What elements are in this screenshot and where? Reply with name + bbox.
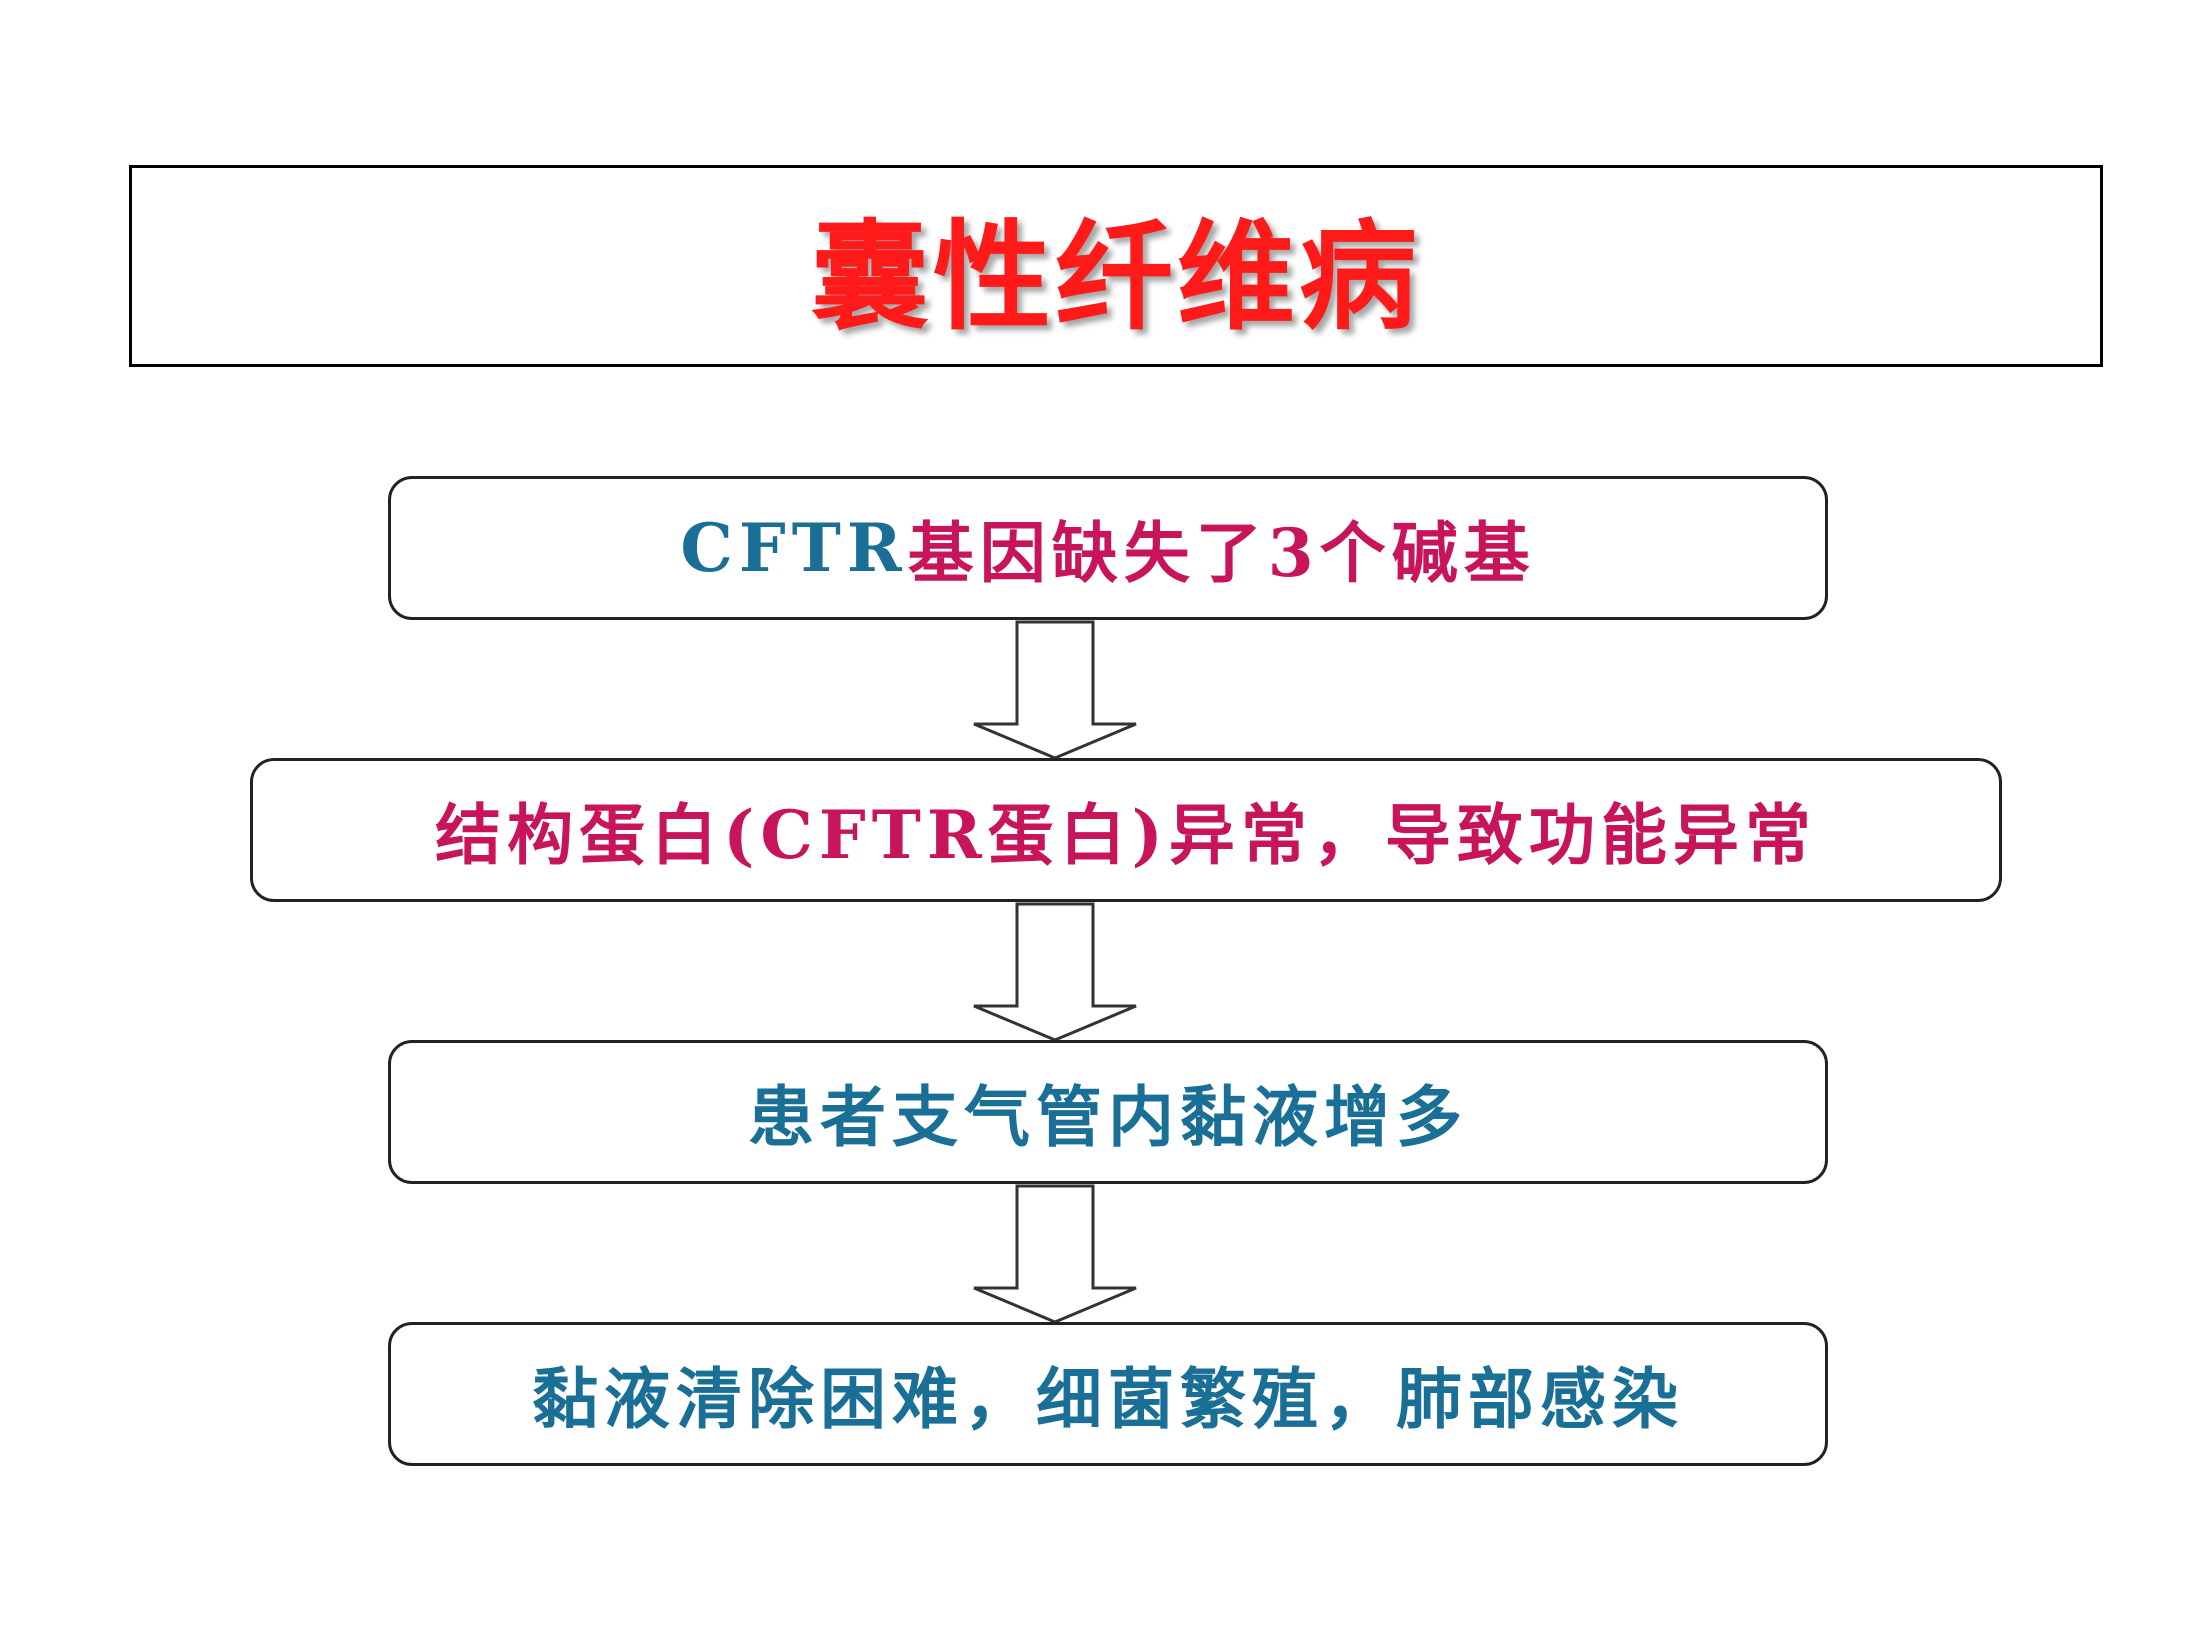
step-4-description: 黏液清除困难，细菌繁殖，肺部感染 [532,1360,1684,1438]
step-1-description: 基因缺失了3个碱基 [907,514,1536,592]
page-title: 囊性纤维病 [810,207,1421,346]
step-3-description: 患者支气管内黏液增多 [748,1078,1468,1156]
title-box: 囊性纤维病 [129,165,2103,367]
down-arrow-icon [973,1184,1137,1324]
down-arrow-icon [973,620,1137,760]
flow-step-2: 结构蛋白(CFTR蛋白)异常，导致功能异常 [250,758,2002,902]
flow-step-3: 患者支气管内黏液增多 [388,1040,1828,1184]
down-arrow-icon [973,902,1137,1042]
flow-step-4: 黏液清除困难，细菌繁殖，肺部感染 [388,1322,1828,1466]
step-1-gene-label: CFTR [680,509,908,587]
step-2-description: 结构蛋白(CFTR蛋白)异常，导致功能异常 [435,796,1817,874]
flow-step-1: CFTR 基因缺失了3个碱基 [388,476,1828,620]
